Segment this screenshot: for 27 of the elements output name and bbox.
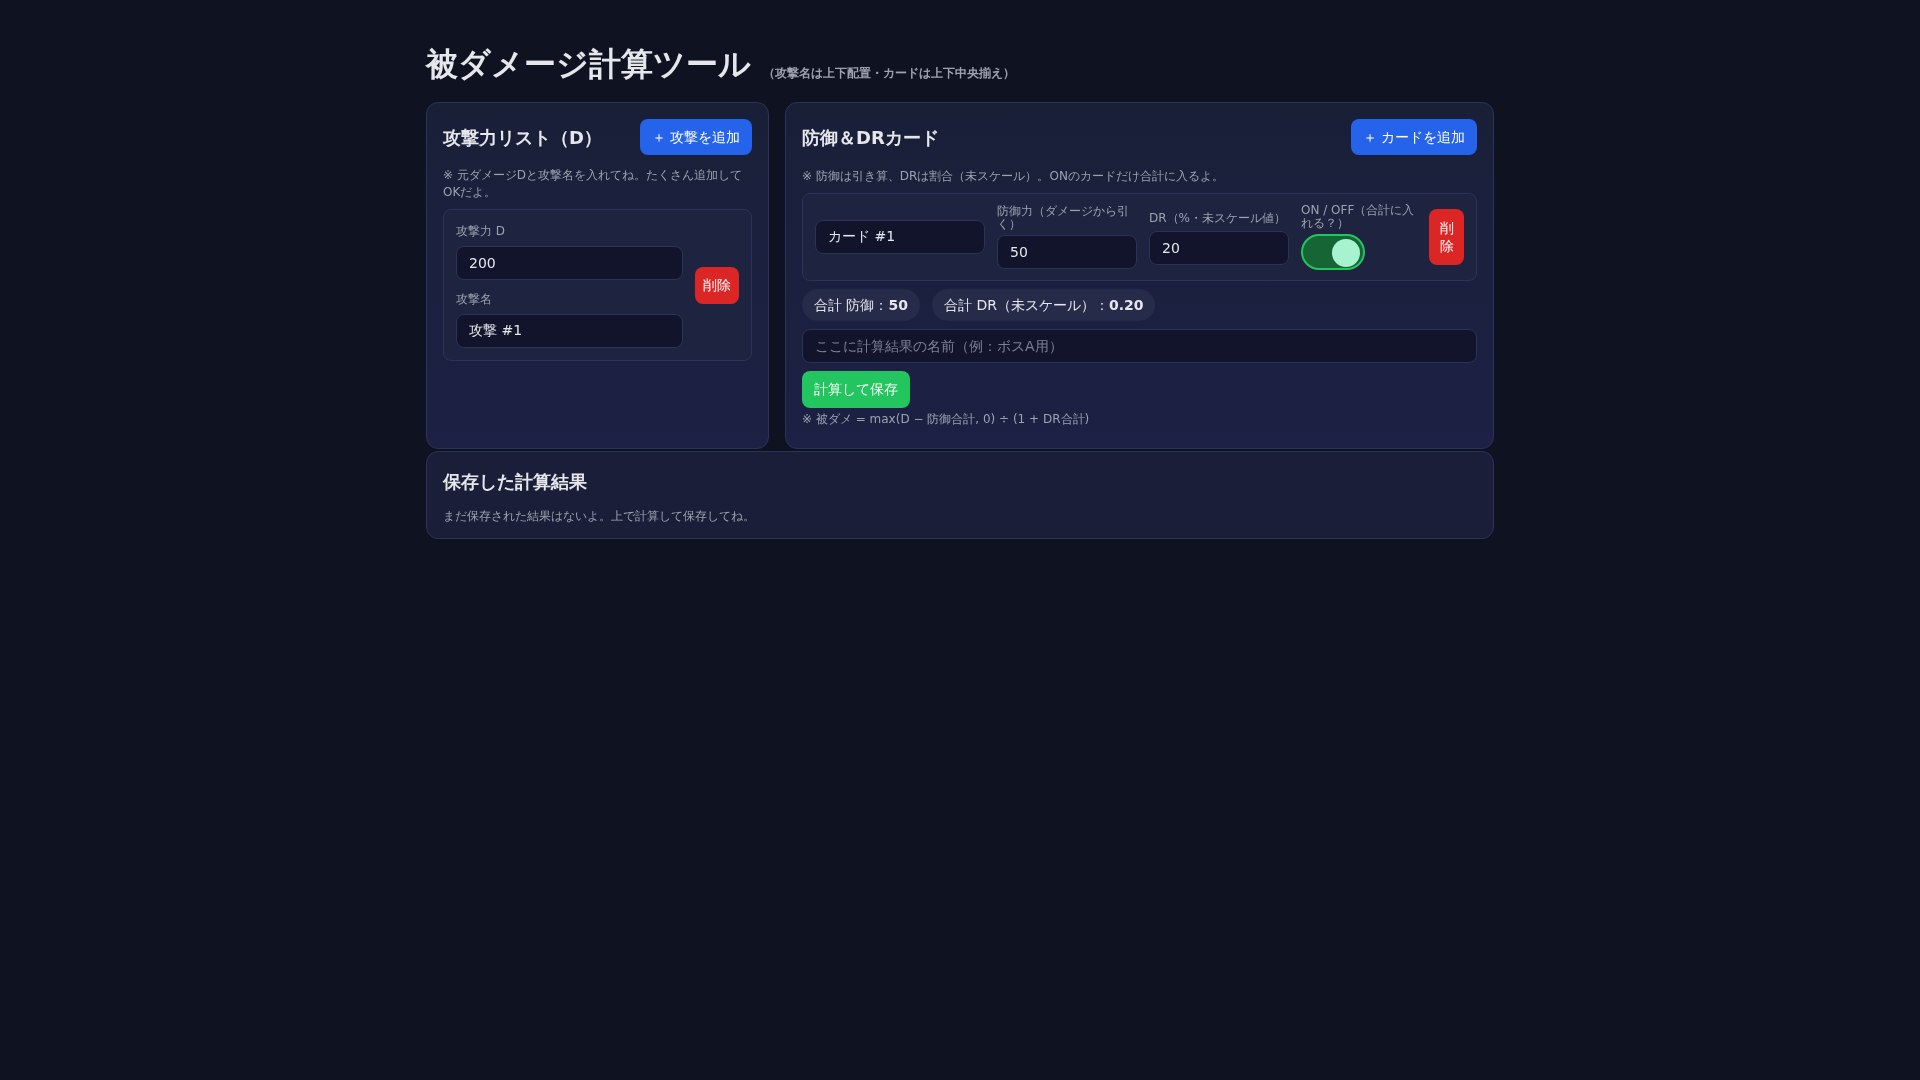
panel-title: 保存した計算結果 <box>443 470 588 494</box>
field-label: ON / OFF（合計に入れる？） <box>1301 204 1416 230</box>
delete-button[interactable]: 削除 <box>1429 209 1464 265</box>
defense-field[interactable]: 50 <box>997 235 1137 269</box>
page-title: 被ダメージ計算ツール <box>426 44 751 85</box>
attack-name-field[interactable]: 攻撃 #1 <box>456 314 683 348</box>
result-name-field[interactable]: ここに計算結果の名前（例：ボスA用） <box>802 329 1477 363</box>
total-pill: 合計 防御：50 <box>802 289 920 321</box>
card-name-field[interactable]: カード #1 <box>815 220 985 254</box>
field-label: 攻撃名 <box>456 291 493 308</box>
panel-title: 攻撃力リスト（D） <box>443 125 602 150</box>
page-subtitle: （攻撃名は上下配置・カードは上下中央揃え） <box>763 65 1015 82</box>
field-label: 攻撃力 D <box>456 223 507 240</box>
dr-field[interactable]: 20 <box>1149 231 1289 265</box>
attack-power-field[interactable]: 200 <box>456 246 683 280</box>
delete-button[interactable]: 削除 <box>695 266 739 304</box>
add-attack-button[interactable]: ＋ 攻撃を追加 <box>639 119 752 155</box>
field-label: DR（%・未スケール値） <box>1149 210 1287 227</box>
formula-note: ※ 被ダメ = max(D − 防御合計, 0) ÷ (1 + DR合計) <box>802 411 1091 428</box>
panel-title: 防御＆DRカード <box>802 125 939 150</box>
add-card-button[interactable]: ＋ カードを追加 <box>1350 119 1477 155</box>
on-off-toggle[interactable] <box>1301 234 1365 270</box>
panel-note: ※ 元ダメージDと攻撃名を入れてね。たくさん追加してOKだよ。 <box>443 167 744 201</box>
empty-message: まだ保存された結果はないよ。上で計算して保存してね。 <box>443 508 756 525</box>
panel-note: ※ 防御は引き算、DRは割合（未スケール）。ONのカードだけ合計に入るよ。 <box>802 168 1225 185</box>
field-label: 防御力（ダメージから引く） <box>997 205 1130 231</box>
total-pill: 合計 DR（未スケール）：0.20 <box>931 289 1156 321</box>
